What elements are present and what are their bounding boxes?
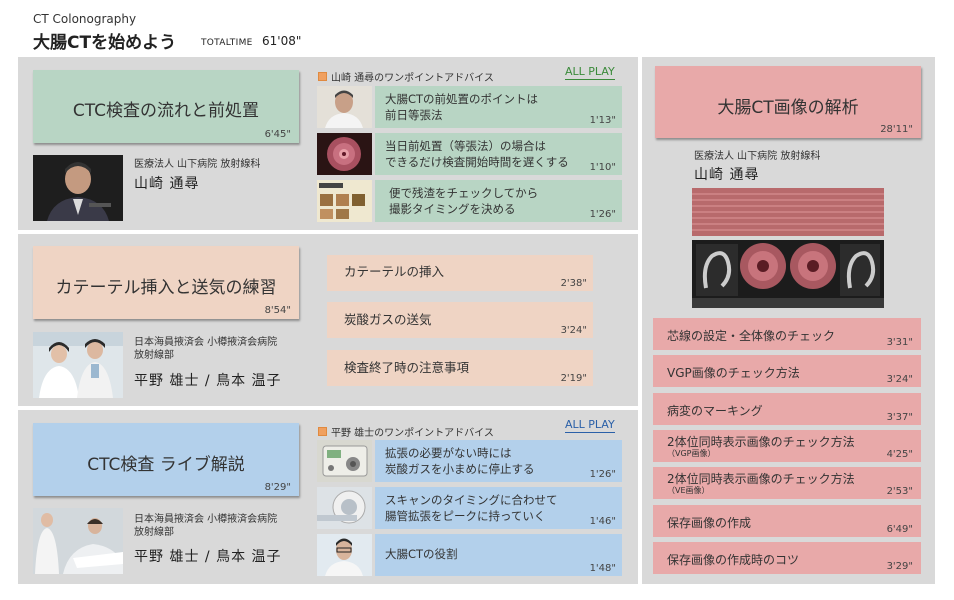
analysis-item-marking[interactable]: 病変のマーキング 3'37": [653, 393, 921, 425]
video-thumbnail[interactable]: [317, 534, 372, 576]
chapter-4-button[interactable]: 大腸CT画像の解析 28'11": [655, 66, 921, 138]
ct-analysis-screenshot: [692, 188, 884, 308]
chapter-4-label: 大腸CT画像の解析: [717, 98, 859, 118]
staff-affiliation-line2: 放射線部: [134, 350, 174, 361]
doctor-name: 山崎 通尋: [694, 167, 760, 183]
lesson-catheter-label: カテーテルの挿入: [344, 264, 445, 279]
doctor-name: 山崎 通尋: [134, 176, 200, 192]
series-title: CT Colonography: [33, 12, 137, 26]
staff-affiliation: 日本海員掖済会 小樽掖済会病院 放射線部: [134, 336, 277, 362]
staff-names: 平野 雄士 / 鳥本 温子: [134, 373, 282, 389]
total-time-value: 61'08": [262, 34, 302, 48]
video-thumbnail[interactable]: [317, 180, 372, 222]
advice-6-line1: 大腸CTの役割: [385, 547, 458, 561]
all-play-link[interactable]: ALL PLAY: [565, 418, 615, 433]
lesson-end-button[interactable]: 検査終了時の注意事項 2'19": [327, 350, 593, 386]
advice-1-duration: 1'13": [589, 115, 616, 126]
doctor-photo: [33, 155, 123, 221]
analysis-item-duration: 6'49": [886, 524, 913, 535]
advice-2-duration: 1'10": [589, 162, 616, 173]
lesson-catheter-button[interactable]: カテーテルの挿入 2'38": [327, 255, 593, 291]
chapter-1-duration: 6'45": [264, 129, 291, 140]
video-thumbnail[interactable]: [317, 133, 372, 175]
advice-1-line2: 前日等張法: [385, 108, 443, 122]
analysis-item-vgp[interactable]: VGP画像のチェック方法 3'24": [653, 355, 921, 387]
chapter-2-button[interactable]: カテーテル挿入と送気の練習 8'54": [33, 246, 299, 319]
analysis-item-dual-ve[interactable]: 2体位同時表示画像のチェック方法 （VE画像） 2'53": [653, 467, 921, 499]
advice-2-line1: 当日前処置（等張法）の場合は: [385, 139, 546, 153]
chapter-3-duration: 8'29": [264, 482, 291, 493]
advice-5-button[interactable]: スキャンのタイミングに合わせて 腸管拡張をピークに持っていく 1'46": [375, 487, 622, 529]
orange-square-icon: [318, 72, 327, 81]
analysis-item-sublabel: （VE画像）: [667, 486, 710, 495]
analysis-item-label: 芯線の設定・全体像のチェック: [667, 329, 836, 343]
analysis-item-duration: 3'37": [886, 412, 913, 423]
analysis-item-sublabel: （VGP画像）: [667, 449, 716, 458]
chapter-3-button[interactable]: CTC検査 ライブ解説 8'29": [33, 423, 299, 496]
advice-3-line2: 撮影タイミングを決める: [389, 202, 516, 216]
staff-names: 平野 雄士 / 鳥本 温子: [134, 549, 282, 565]
chapter-1-button[interactable]: CTC検査の流れと前処置 6'45": [33, 70, 299, 143]
advice-6-duration: 1'48": [589, 563, 616, 574]
analysis-item-duration: 3'29": [886, 561, 913, 572]
advice-5-duration: 1'46": [589, 516, 616, 527]
lesson-end-label: 検査終了時の注意事項: [344, 360, 470, 375]
advice-1-button[interactable]: 大腸CTの前処置のポイントは 前日等張法 1'13": [375, 86, 622, 128]
analysis-item-duration: 3'24": [886, 374, 913, 385]
staff-photo: [33, 508, 123, 574]
orange-square-icon: [318, 427, 327, 436]
advice-title: 平野 雄士のワンポイントアドバイス: [318, 424, 494, 439]
advice-title-text: 山崎 通尋のワンポイントアドバイス: [331, 73, 494, 84]
lesson-gas-button[interactable]: 炭酸ガスの送気 3'24": [327, 302, 593, 338]
chapter-4-duration: 28'11": [880, 124, 913, 135]
staff-affiliation-line1: 日本海員掖済会 小樽掖済会病院: [134, 514, 278, 525]
advice-4-line1: 拡張の必要がない時には: [385, 446, 512, 460]
staff-photo: [33, 332, 123, 398]
page-title: 大腸CTを始めよう: [33, 33, 177, 53]
lesson-gas-duration: 3'24": [560, 325, 587, 336]
advice-6-button[interactable]: 大腸CTの役割 1'48": [375, 534, 622, 576]
advice-2-button[interactable]: 当日前処置（等張法）の場合は できるだけ検査開始時間を遅くする 1'10": [375, 133, 622, 175]
video-thumbnail[interactable]: [317, 86, 372, 128]
advice-4-button[interactable]: 拡張の必要がない時には 炭酸ガスを小まめに停止する 1'26": [375, 440, 622, 482]
advice-1-line1: 大腸CTの前処置のポイントは: [385, 92, 539, 106]
staff-affiliation: 日本海員掖済会 小樽掖済会病院 放射線部: [134, 513, 277, 539]
analysis-item-duration: 3'31": [886, 337, 913, 348]
chapter-2-duration: 8'54": [264, 305, 291, 316]
analysis-item-label: 病変のマーキング: [667, 404, 763, 418]
lesson-gas-label: 炭酸ガスの送気: [344, 312, 432, 327]
chapter-1-label: CTC検査の流れと前処置: [72, 101, 260, 121]
doctor-affiliation: 医療法人 山下病院 放射線科: [694, 151, 821, 162]
chapter-2-label: カテーテル挿入と送気の練習: [55, 278, 277, 298]
advice-4-duration: 1'26": [589, 469, 616, 480]
staff-affiliation-line1: 日本海員掖済会 小樽掖済会病院: [134, 337, 278, 348]
advice-5-line1: スキャンのタイミングに合わせて: [385, 493, 558, 507]
all-play-link[interactable]: ALL PLAY: [565, 65, 615, 80]
total-time-label: TOTALTIME: [201, 38, 253, 48]
doctor-affiliation: 医療法人 山下病院 放射線科: [134, 159, 261, 170]
staff-affiliation-line2: 放射線部: [134, 527, 174, 538]
analysis-item-label: VGP画像のチェック方法: [667, 366, 800, 380]
advice-2-line2: できるだけ検査開始時間を遅くする: [385, 155, 569, 169]
advice-3-button[interactable]: 便で残渣をチェックしてから 撮影タイミングを決める 1'26": [375, 180, 622, 222]
advice-title-text: 平野 雄士のワンポイントアドバイス: [331, 428, 494, 439]
advice-3-duration: 1'26": [589, 209, 616, 220]
analysis-item-centerline[interactable]: 芯線の設定・全体像のチェック 3'31": [653, 318, 921, 350]
analysis-item-label: 保存画像の作成時のコツ: [667, 553, 800, 567]
analysis-item-label: 保存画像の作成: [667, 516, 752, 530]
analysis-item-duration: 4'25": [886, 449, 913, 460]
advice-5-line2: 腸管拡張をピークに持っていく: [385, 509, 546, 523]
analysis-item-save-image[interactable]: 保存画像の作成 6'49": [653, 505, 921, 537]
analysis-item-save-tips[interactable]: 保存画像の作成時のコツ 3'29": [653, 542, 921, 574]
advice-3-line1: 便で残渣をチェックしてから: [389, 186, 539, 200]
lesson-catheter-duration: 2'38": [560, 278, 587, 289]
analysis-item-duration: 2'53": [886, 486, 913, 497]
chapter-3-label: CTC検査 ライブ解説: [87, 455, 245, 475]
advice-title: 山崎 通尋のワンポイントアドバイス: [318, 69, 494, 84]
lesson-end-duration: 2'19": [560, 373, 587, 384]
analysis-item-dual-vgp[interactable]: 2体位同時表示画像のチェック方法 （VGP画像） 4'25": [653, 430, 921, 462]
advice-4-line2: 炭酸ガスを小まめに停止する: [385, 462, 535, 476]
video-thumbnail[interactable]: [317, 487, 372, 529]
video-thumbnail[interactable]: [317, 440, 372, 482]
